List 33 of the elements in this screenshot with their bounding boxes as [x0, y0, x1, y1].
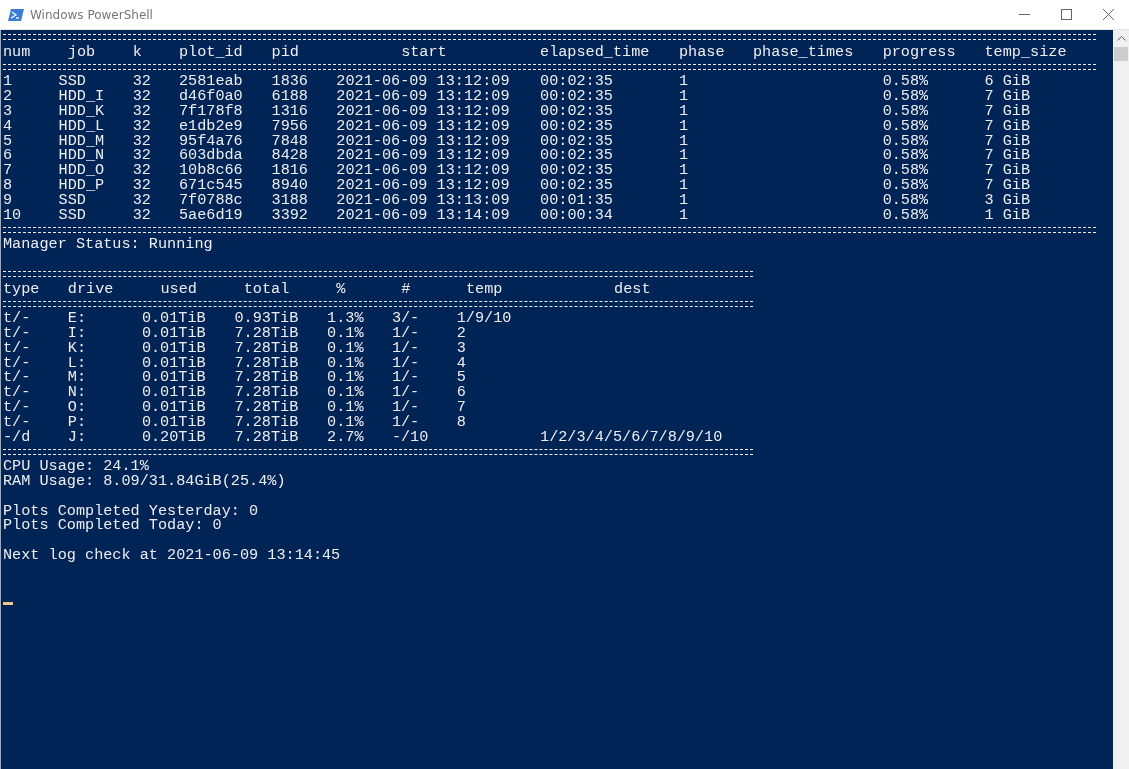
column-header: #: [401, 279, 411, 298]
column-header: total: [243, 279, 290, 298]
cursor: [3, 602, 13, 606]
maximize-icon: [1060, 9, 1072, 20]
powershell-icon: [8, 7, 24, 22]
column-header: type: [3, 279, 40, 298]
column-header: progress: [882, 42, 956, 61]
column-header: phase_times: [753, 42, 854, 61]
usage-text: CPU Usage: 24.1%: [3, 459, 149, 474]
column-header: start: [401, 42, 447, 61]
column-header: num: [3, 42, 31, 61]
column-header: dest: [614, 279, 651, 298]
plots-text: Plots Completed Today: 0: [3, 518, 222, 534]
plots-text: Plots Completed Yesterday: 0: [3, 503, 259, 519]
close-icon: [1102, 9, 1114, 20]
column-header: phase: [678, 42, 725, 61]
column-header: used: [160, 279, 197, 298]
column-header: drive: [67, 279, 114, 298]
status-text: Manager Status: Running: [3, 237, 213, 252]
column-header: pid: [271, 42, 299, 61]
column-header: k: [132, 42, 142, 61]
table-cell: 1/2/3/4/5/6/7/8/9/10: [540, 427, 723, 446]
window-title: Windows PowerShell: [30, 7, 153, 22]
column-header: job: [67, 42, 96, 61]
scroll-up-icon[interactable]: [1116, 35, 1126, 41]
log-check-text: Next log check at 2021-06-09 13:14:45: [3, 547, 341, 563]
column-header: elapsed_time: [540, 42, 650, 61]
column-header: plot_id: [178, 42, 243, 61]
usage-text: RAM Usage: 8.09/31.84GiB(25.4%): [3, 473, 286, 489]
column-header: temp_size: [984, 42, 1067, 61]
column-header: %: [336, 279, 346, 298]
scrollbar-thumb[interactable]: [1114, 47, 1128, 61]
column-header: temp: [465, 279, 503, 298]
